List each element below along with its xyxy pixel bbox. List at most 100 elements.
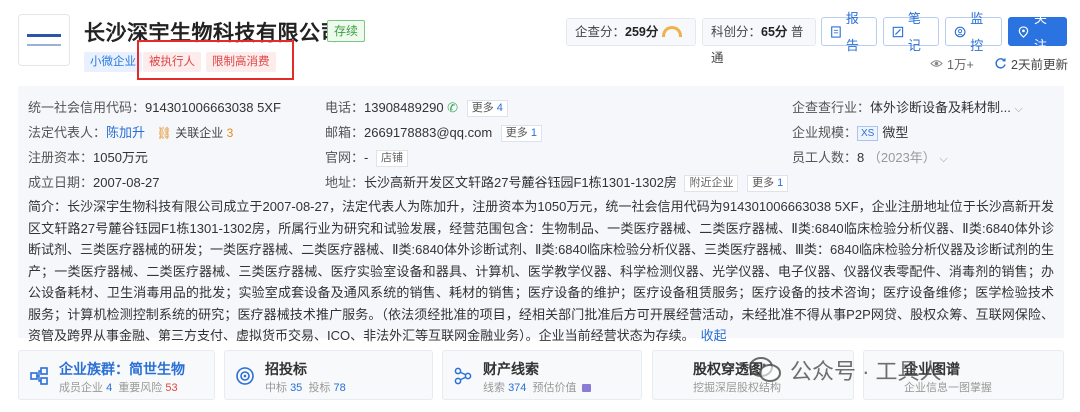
scale-badge: XS	[857, 126, 879, 141]
card-sub-label: 重要风险	[118, 382, 163, 394]
card-sub-count: 78	[333, 382, 346, 394]
scale-label: 企业规模：	[792, 125, 858, 140]
card-sub-count: 4	[106, 382, 113, 394]
card-sub-label: 线索	[483, 382, 505, 394]
card-sub: 中标 35 投标 78	[265, 379, 346, 395]
card-sub-label: 投标	[308, 382, 331, 394]
card-property-clues[interactable]: 财产线索 线索 374 预估价值	[442, 350, 642, 400]
staff-row[interactable]: 员工人数：8 （2023年） ⌵	[792, 147, 948, 166]
report-button[interactable]: 报告	[821, 11, 877, 53]
email-label: 邮箱：	[325, 125, 365, 140]
address-more-button[interactable]: 更多 1	[747, 175, 789, 192]
phone-value[interactable]: 13908489290	[364, 100, 444, 115]
card-bidding[interactable]: 招投标 中标 35 投标 78	[224, 350, 433, 400]
card-sub-label: 成员企业	[59, 382, 103, 394]
qcc-score-value: 259分	[625, 25, 659, 39]
refresh-icon	[995, 58, 1006, 69]
card-sub-label: 中标	[265, 382, 287, 394]
innovation-score[interactable]: 科创分：65分 普通	[702, 18, 816, 65]
related-companies-link[interactable]: ⛓ 关联企业 3	[157, 126, 234, 140]
email-value[interactable]: 2669178883@qq.com	[364, 125, 492, 140]
email-more-button[interactable]: 更多 1	[500, 125, 542, 142]
card-title: 企业族群：简世生物	[59, 361, 185, 377]
view-count-value: 1万+	[947, 58, 974, 72]
card-title: 招投标	[265, 361, 307, 377]
email-row: 邮箱：2669178883@qq.com 更多 1	[325, 122, 542, 142]
collapse-link[interactable]: 收起	[701, 328, 727, 343]
report-label: 报告	[845, 10, 859, 53]
website-value: -	[364, 150, 369, 165]
credit-code-value[interactable]: 914301006663038 5XF	[145, 100, 281, 115]
founded-label: 成立日期：	[28, 175, 94, 190]
website-row: 官网：- 店铺	[325, 147, 408, 167]
phone-row: 电话：13908489290 ✆ 更多 4	[325, 97, 508, 117]
phone-more-label: 更多	[471, 102, 494, 114]
monitor-button[interactable]: 监控	[945, 11, 1002, 53]
company-intro: 简介：长沙深宇生物科技有限公司成立于2007-08-27，法定代表人为陈加升，注…	[28, 196, 1054, 347]
status-badge: 存续	[327, 20, 366, 42]
card-company-group[interactable]: 企业族群：简世生物 成员企业 4 重要风险 53	[18, 350, 215, 400]
card-title: 财产线索	[483, 361, 539, 377]
watermark: 公众号 · 工具人	[748, 350, 942, 390]
intro-text: 简介：长沙深宇生物科技有限公司成立于2007-08-27，法定代表人为陈加升，注…	[28, 199, 1054, 343]
eye-icon	[930, 60, 943, 67]
industry-value: 体外诊断设备及耗材制...	[870, 100, 1011, 115]
wechat-icon	[749, 357, 781, 382]
highlight-box	[137, 40, 294, 80]
staff-value: 8	[857, 150, 865, 165]
capital-label: 注册资本：	[28, 150, 94, 165]
note-button[interactable]: 笔记	[883, 11, 939, 53]
chevron-down-icon: ⌵	[939, 153, 948, 165]
update-status[interactable]: 2天前更新	[994, 54, 1068, 73]
founded-value: 2007-08-27	[93, 175, 160, 190]
pencil-icon	[892, 26, 904, 37]
info-panel: 统一社会信用代码：914301006663038 5XF 法定代表人：陈加升 ⛓…	[18, 86, 1064, 343]
monitor-label: 监控	[970, 10, 984, 53]
document-icon	[831, 25, 841, 38]
address-value[interactable]: 长沙高新开发区文轩路27号麓谷钰园F1栋1301-1302房	[364, 175, 677, 190]
email-more-count: 1	[530, 127, 537, 139]
legal-rep-label: 法定代表人：	[28, 125, 107, 140]
note-label: 笔记	[907, 10, 921, 53]
legal-rep-row: 法定代表人：陈加升 ⛓ 关联企业 3	[28, 122, 233, 141]
related-icon: ⛓	[156, 126, 172, 140]
email-more-label: 更多	[505, 127, 528, 139]
staff-label: 员工人数：	[792, 150, 858, 165]
card-sub: 成员企业 4 重要风险 53	[59, 379, 178, 395]
credit-code-label: 统一社会信用代码：	[28, 100, 146, 115]
follow-label: 关注	[1033, 10, 1047, 53]
target-icon	[236, 367, 254, 385]
phone-more-count: 4	[496, 102, 503, 114]
card-sub-count: 374	[508, 382, 527, 394]
network-icon	[454, 367, 472, 385]
qcc-score[interactable]: 企查分：259分	[566, 18, 696, 46]
watermark-text: 公众号 · 工具人	[790, 359, 942, 384]
industry-row[interactable]: 企查查行业：体外诊断设备及耗材制... ⌵	[792, 97, 1023, 116]
innovation-score-value: 65分	[761, 25, 788, 39]
phone-icon[interactable]: ✆	[447, 100, 458, 115]
related-label: 关联企业	[175, 126, 224, 140]
capital-row: 注册资本：1050万元	[28, 147, 148, 166]
group-icon	[30, 367, 48, 385]
card-sub-label: 预估价值	[532, 382, 577, 394]
card-sub-count: 53	[165, 382, 178, 394]
legal-rep-link[interactable]: 陈加升	[106, 125, 145, 140]
shop-chip[interactable]: 店铺	[375, 150, 408, 167]
scale-row: 企业规模： XS 微型	[792, 122, 908, 141]
website-label: 官网：	[325, 150, 365, 165]
phone-more-button[interactable]: 更多 4	[466, 100, 508, 117]
update-status-text: 2天前更新	[1011, 58, 1068, 72]
location-pin-icon	[1018, 25, 1029, 38]
phone-label: 电话：	[325, 100, 365, 115]
view-count: 1万+	[930, 54, 974, 73]
address-more-label: 更多	[752, 177, 775, 189]
scale-value: 微型	[882, 125, 909, 140]
nearby-companies-chip[interactable]: 附近企业	[684, 175, 739, 192]
credit-code-row: 统一社会信用代码：914301006663038 5XF	[28, 97, 281, 116]
tag-small-micro[interactable]: 小微企业	[84, 52, 142, 72]
company-logo	[18, 14, 70, 66]
address-label: 地址：	[325, 175, 365, 190]
chevron-down-icon: ⌵	[1014, 103, 1023, 115]
capital-value: 1050万元	[93, 150, 148, 165]
follow-button[interactable]: 关注	[1008, 11, 1067, 53]
